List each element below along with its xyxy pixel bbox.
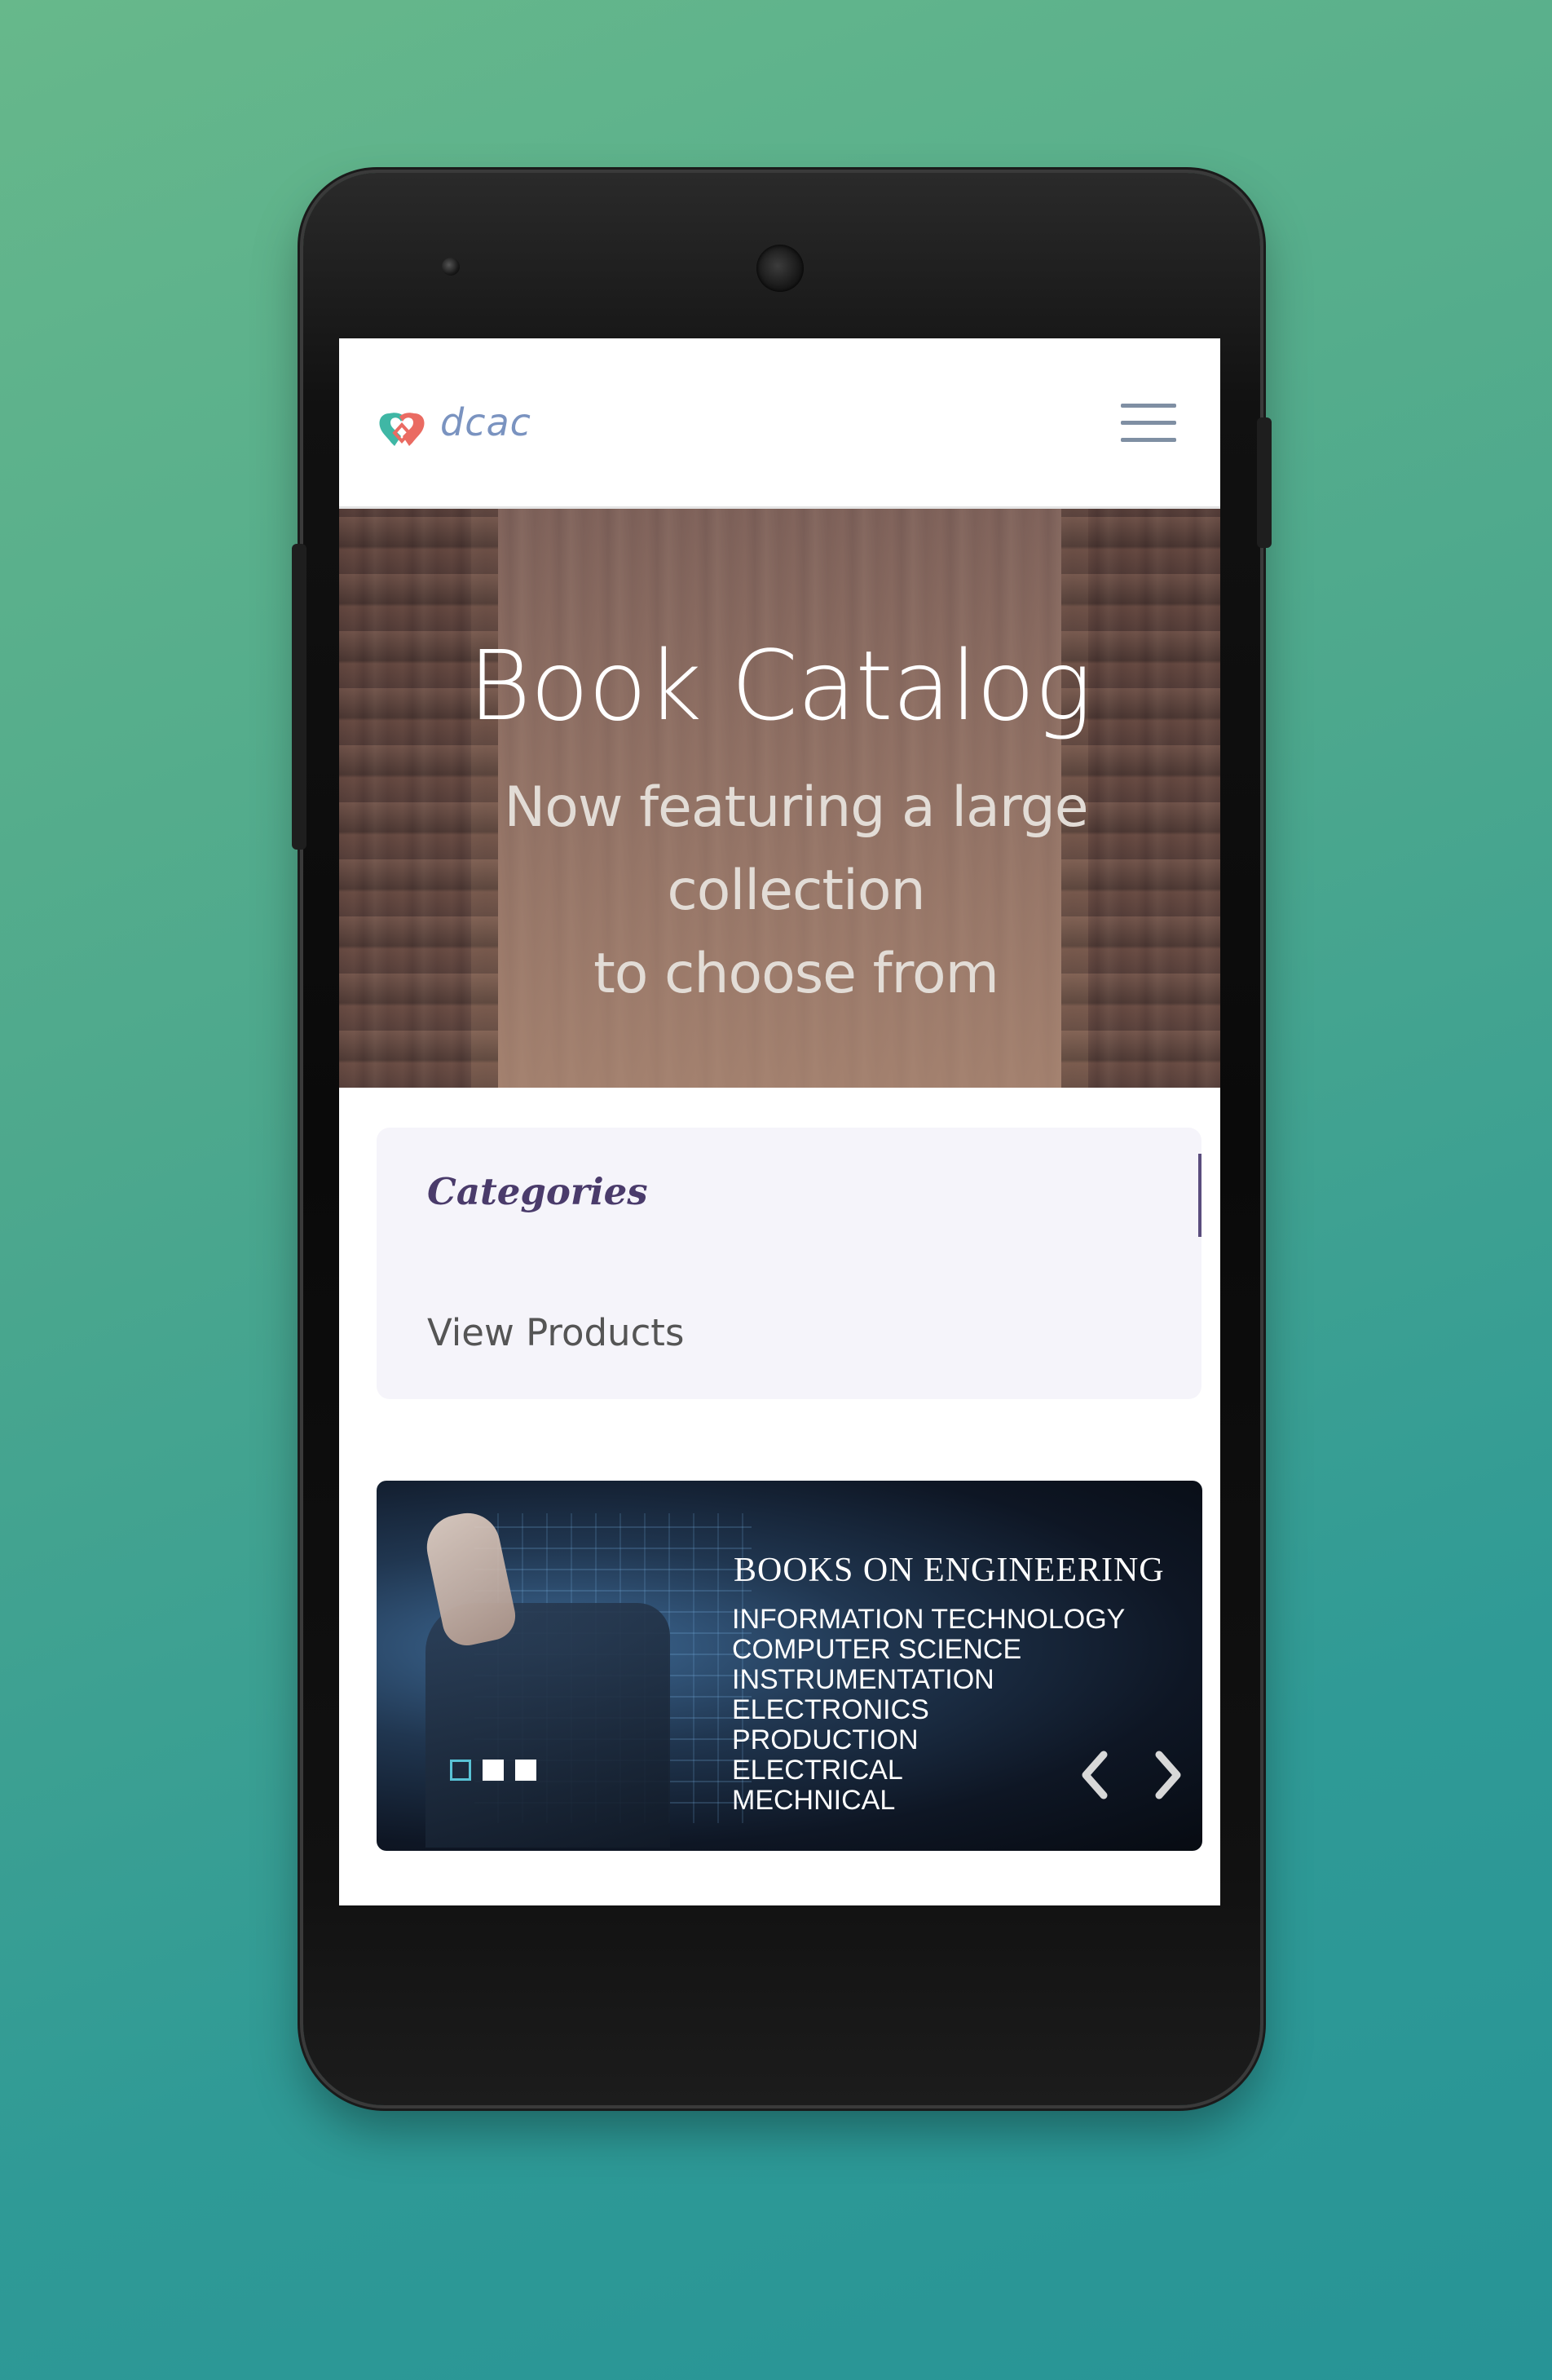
hero-subtitle-line-1: Now featuring a large collection — [504, 775, 1088, 923]
hero-subtitle-line-2: to choose from — [593, 942, 999, 1006]
hero-banner: Book Catalog Now featuring a large colle… — [339, 509, 1220, 1088]
power-button — [1257, 417, 1272, 548]
volume-button — [292, 544, 306, 850]
chevron-right-icon[interactable] — [1149, 1750, 1185, 1800]
list-item: COMPUTER SCIENCE — [732, 1634, 1022, 1665]
carousel-indicators — [450, 1760, 536, 1792]
view-products-link[interactable]: View Products — [427, 1311, 684, 1354]
phone-frame: dcac Book Catalog Now featuring a large … — [292, 173, 1272, 2105]
list-item: INFORMATION TECHNOLOGY — [732, 1604, 1126, 1635]
panel-divider — [1198, 1154, 1201, 1237]
front-camera — [442, 258, 460, 276]
list-item: MECHNICAL — [732, 1785, 896, 1816]
categories-title: Categories — [427, 1170, 648, 1213]
list-item: INSTRUMENTATION — [732, 1664, 994, 1695]
engineering-books-carousel[interactable]: BOOKS ON ENGINEERING INFORMATION TECHNOL… — [377, 1481, 1202, 1851]
brand-name[interactable]: dcac — [440, 400, 531, 444]
carousel-indicator-1[interactable] — [450, 1760, 471, 1781]
chevron-left-icon[interactable] — [1078, 1750, 1113, 1800]
hero-subtitle: Now featuring a large collection to choo… — [372, 766, 1220, 1016]
carousel-indicator-2[interactable] — [483, 1760, 504, 1781]
navbar: dcac — [339, 338, 1220, 509]
carousel-subject-list: INFORMATION TECHNOLOGY COMPUTER SCIENCE … — [732, 1605, 1125, 1816]
dcac-logo-icon[interactable] — [377, 408, 427, 449]
carousel-heading: BOOKS ON ENGINEERING — [734, 1552, 1165, 1589]
phone-screen: dcac Book Catalog Now featuring a large … — [339, 338, 1220, 1905]
hero-title: Book Catalog — [468, 629, 1092, 742]
carousel-indicator-3[interactable] — [515, 1760, 536, 1781]
list-item: PRODUCTION — [732, 1724, 919, 1755]
earpiece-speaker — [756, 245, 804, 292]
list-item: ELECTRICAL — [732, 1755, 903, 1786]
list-item: ELECTRONICS — [732, 1694, 929, 1725]
categories-panel: Categories View Products — [377, 1128, 1201, 1399]
hamburger-menu-icon[interactable] — [1121, 400, 1176, 446]
